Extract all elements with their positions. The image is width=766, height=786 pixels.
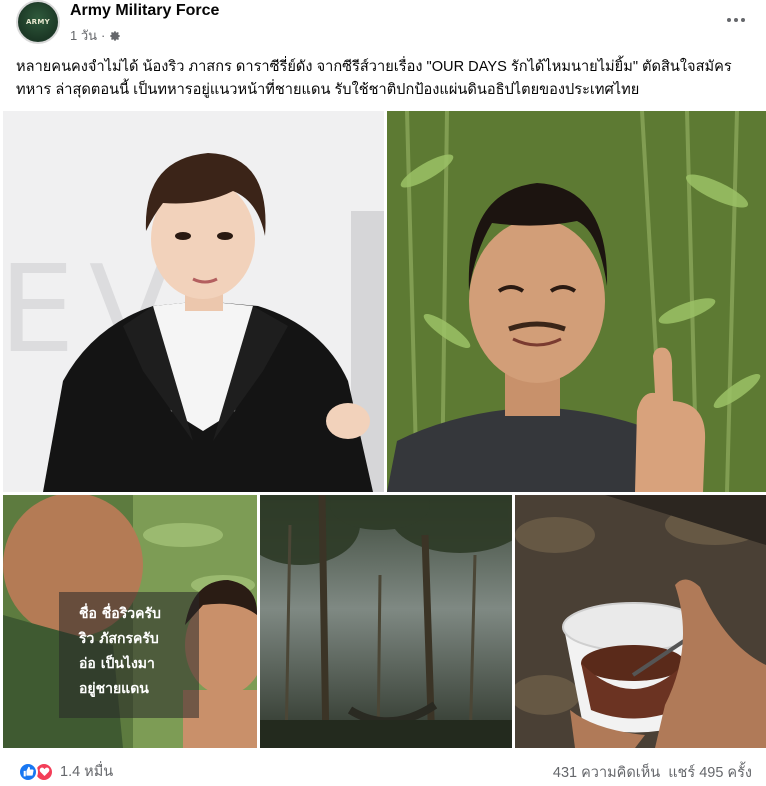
- photo-drink-cup[interactable]: [515, 495, 766, 748]
- cup-image: [515, 495, 766, 748]
- subtitle-line: อ่อ เป็นไงมา: [79, 656, 155, 672]
- reaction-count: 1.4 หมื่น: [60, 764, 114, 780]
- post-timestamp[interactable]: 1 วัน: [70, 25, 97, 46]
- more-options-button[interactable]: [724, 10, 748, 30]
- soldier-selfie-image: [387, 111, 766, 492]
- post-footer: 1.4 หมื่น 431 ความคิดเห็น แชร์ 495 ครั้ง: [0, 752, 766, 786]
- subtitle-box: ชื่อ ชื่อริวครับ ริว ภัสกรครับ อ่อ เป็นไ…: [59, 592, 199, 718]
- post-caption: หลายคนคงจำไม่ได้ น้องริว ภาสกร ดาราซีรี่…: [16, 59, 732, 98]
- shares-count-link[interactable]: แชร์ 495 ครั้ง: [668, 761, 752, 784]
- photo-misty-forest[interactable]: [260, 495, 512, 748]
- more-dots-icon: [727, 18, 731, 22]
- photo-video-subtitle[interactable]: ชื่อ ชื่อริวครับ ริว ภัสกรครับ อ่อ เป็นไ…: [3, 495, 257, 748]
- post-stats: 431 ความคิดเห็น แชร์ 495 ครั้ง: [553, 761, 752, 784]
- photo-grid: EVI ชื่อ ชื่อริวครับ ริว ภัสกรครับ อ่อ เ…: [0, 111, 766, 751]
- page-avatar[interactable]: ARMY: [16, 0, 60, 44]
- page-name-link[interactable]: Army Military Force: [70, 2, 219, 20]
- meta-separator: ·: [101, 28, 106, 43]
- subtitle-line: ริว ภัสกรครับ: [79, 631, 159, 647]
- post-header: ARMY Army Military Force 1 วัน ·: [0, 0, 766, 50]
- photo-soldier-thumbsup[interactable]: [387, 111, 766, 492]
- subtitle-line: อยู่ชายแดน: [79, 681, 149, 697]
- subtitle-line: ชื่อ ชื่อริวครับ: [79, 606, 161, 622]
- gear-icon[interactable]: [109, 30, 121, 42]
- post-meta: 1 วัน ·: [70, 25, 121, 46]
- photo-actor-portrait[interactable]: EVI: [3, 111, 384, 492]
- like-icon: [18, 761, 38, 782]
- avatar-logo-text: ARMY: [25, 18, 51, 26]
- actor-portrait-image: EVI: [3, 111, 384, 492]
- reaction-summary[interactable]: 1.4 หมื่น: [18, 760, 113, 783]
- forest-image: [260, 495, 512, 748]
- comments-count-link[interactable]: 431 ความคิดเห็น: [553, 761, 660, 784]
